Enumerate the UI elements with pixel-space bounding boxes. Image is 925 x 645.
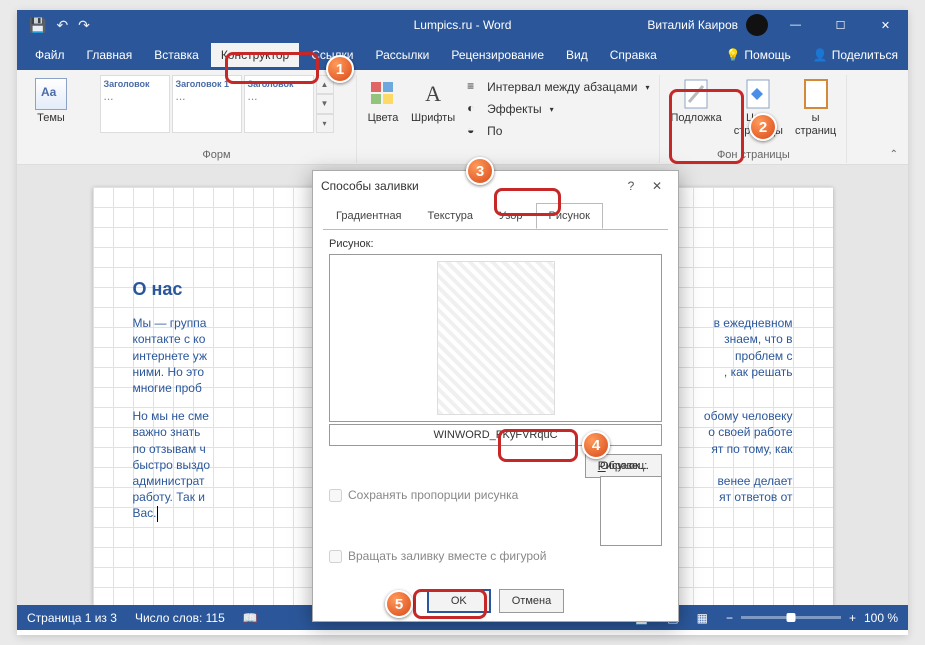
colors-button[interactable]: Цвета [363,75,403,128]
preview-sheet [437,261,555,415]
zoom-in[interactable]: + [849,611,856,625]
maximize-button[interactable]: ☐ [818,10,863,40]
annotation-3: 3 [466,157,494,185]
collapse-ribbon-icon[interactable]: ⌃ [890,149,898,160]
picture-filename: WINWORD_FKyFVRquC [329,424,662,446]
paragraph-spacing[interactable]: ≡Интервал между абзацами▾ [463,77,653,97]
tell-me[interactable]: 💡Помощь [715,43,800,67]
zoom-slider[interactable] [741,616,841,619]
colors-icon [367,78,399,110]
sample-label: Образец: [600,460,662,472]
word-count[interactable]: Число слов: 115 [135,611,225,625]
group-label: Форм [202,149,230,163]
dialog-title: Способы заливки [321,179,419,193]
picture-preview [329,254,662,422]
default-icon: ◒ [467,123,483,139]
dialog-close-button[interactable]: ✕ [644,179,670,193]
sample-box [600,476,662,546]
page-indicator[interactable]: Страница 1 из 3 [27,611,117,625]
fonts-icon: A [417,78,449,110]
annotation-box-2 [669,89,744,164]
ribbon-tabs: Файл Главная Вставка Конструктор Ссылки … [17,40,908,70]
set-default[interactable]: ◒По [463,121,653,141]
annotation-4: 4 [582,431,610,459]
annotation-1: 1 [326,55,354,83]
zoom-control: − + 100 % [726,611,898,625]
dialog-body: Рисунок: WINWORD_FKyFVRquC Рисунок... Со… [323,229,668,577]
gallery-item[interactable]: Заголовок... [100,75,170,133]
share-button[interactable]: 👤Поделиться [803,43,908,67]
spellcheck-icon[interactable]: 📖 [243,611,258,625]
checkbox-input[interactable] [329,489,342,502]
page-borders-button[interactable]: ы страниц [791,75,840,140]
tab-help[interactable]: Справка [600,43,667,67]
text-cursor [157,506,158,522]
ribbon: Темы Заголовок... Заголовок 1... Заголов… [17,70,908,165]
user-name: Виталий Каиров [647,18,738,32]
tab-texture[interactable]: Текстура [415,203,486,229]
annotation-box-5 [413,589,487,619]
zoom-out[interactable]: − [726,611,733,625]
sample-area: Образец: [600,460,662,546]
page-color-icon [742,78,774,110]
view-web-icon[interactable]: ▦ [697,611,708,625]
window-title: Lumpics.ru - Word [414,18,512,32]
themes-icon [35,78,67,110]
minimize-button[interactable]: — [773,10,818,40]
dialog-help-button[interactable]: ? [618,179,644,193]
tab-insert[interactable]: Вставка [144,43,209,67]
close-button[interactable]: ✕ [863,10,908,40]
annotation-5: 5 [385,590,413,618]
fonts-button[interactable]: A Шрифты [407,75,459,128]
window-buttons: — ☐ ✕ [773,10,908,40]
tab-file[interactable]: Файл [25,43,75,67]
redo-icon[interactable]: ↷ [78,17,90,34]
zoom-level[interactable]: 100 % [864,611,898,625]
annotation-box-1 [225,52,319,84]
tab-gradient[interactable]: Градиентная [323,203,415,229]
titlebar: 💾 ↶ ↷ Lumpics.ru - Word Виталий Каиров —… [17,10,908,40]
fill-effects-dialog: Способы заливки ? ✕ Градиентная Текстура… [312,170,679,622]
tab-review[interactable]: Рецензирование [441,43,554,67]
effects-icon: ◐ [467,101,483,117]
save-icon[interactable]: 💾 [29,17,46,34]
borders-icon [800,78,832,110]
cancel-button[interactable]: Отмена [499,589,564,613]
spacing-icon: ≡ [467,79,483,95]
tab-mailings[interactable]: Рассылки [365,43,439,67]
undo-icon[interactable]: ↶ [56,17,68,34]
tab-view[interactable]: Вид [556,43,598,67]
picture-label: Рисунок: [329,238,662,250]
effects-button[interactable]: ◐Эффекты▾ [463,99,653,119]
tab-home[interactable]: Главная [77,43,143,67]
rotate-fill-checkbox[interactable]: Вращать заливку вместе с фигурой [329,549,546,563]
quick-access-toolbar: 💾 ↶ ↷ [17,17,90,34]
avatar [746,14,768,36]
annotation-box-3 [494,188,561,216]
annotation-2: 2 [749,113,777,141]
themes-button[interactable]: Темы [31,75,71,128]
annotation-box-4 [498,429,578,462]
user-account[interactable]: Виталий Каиров [647,14,768,36]
gallery-scroll[interactable]: ▲▼▾ [316,75,334,133]
dialog-footer: OK Отмена [313,589,678,613]
checkbox-input[interactable] [329,550,342,563]
